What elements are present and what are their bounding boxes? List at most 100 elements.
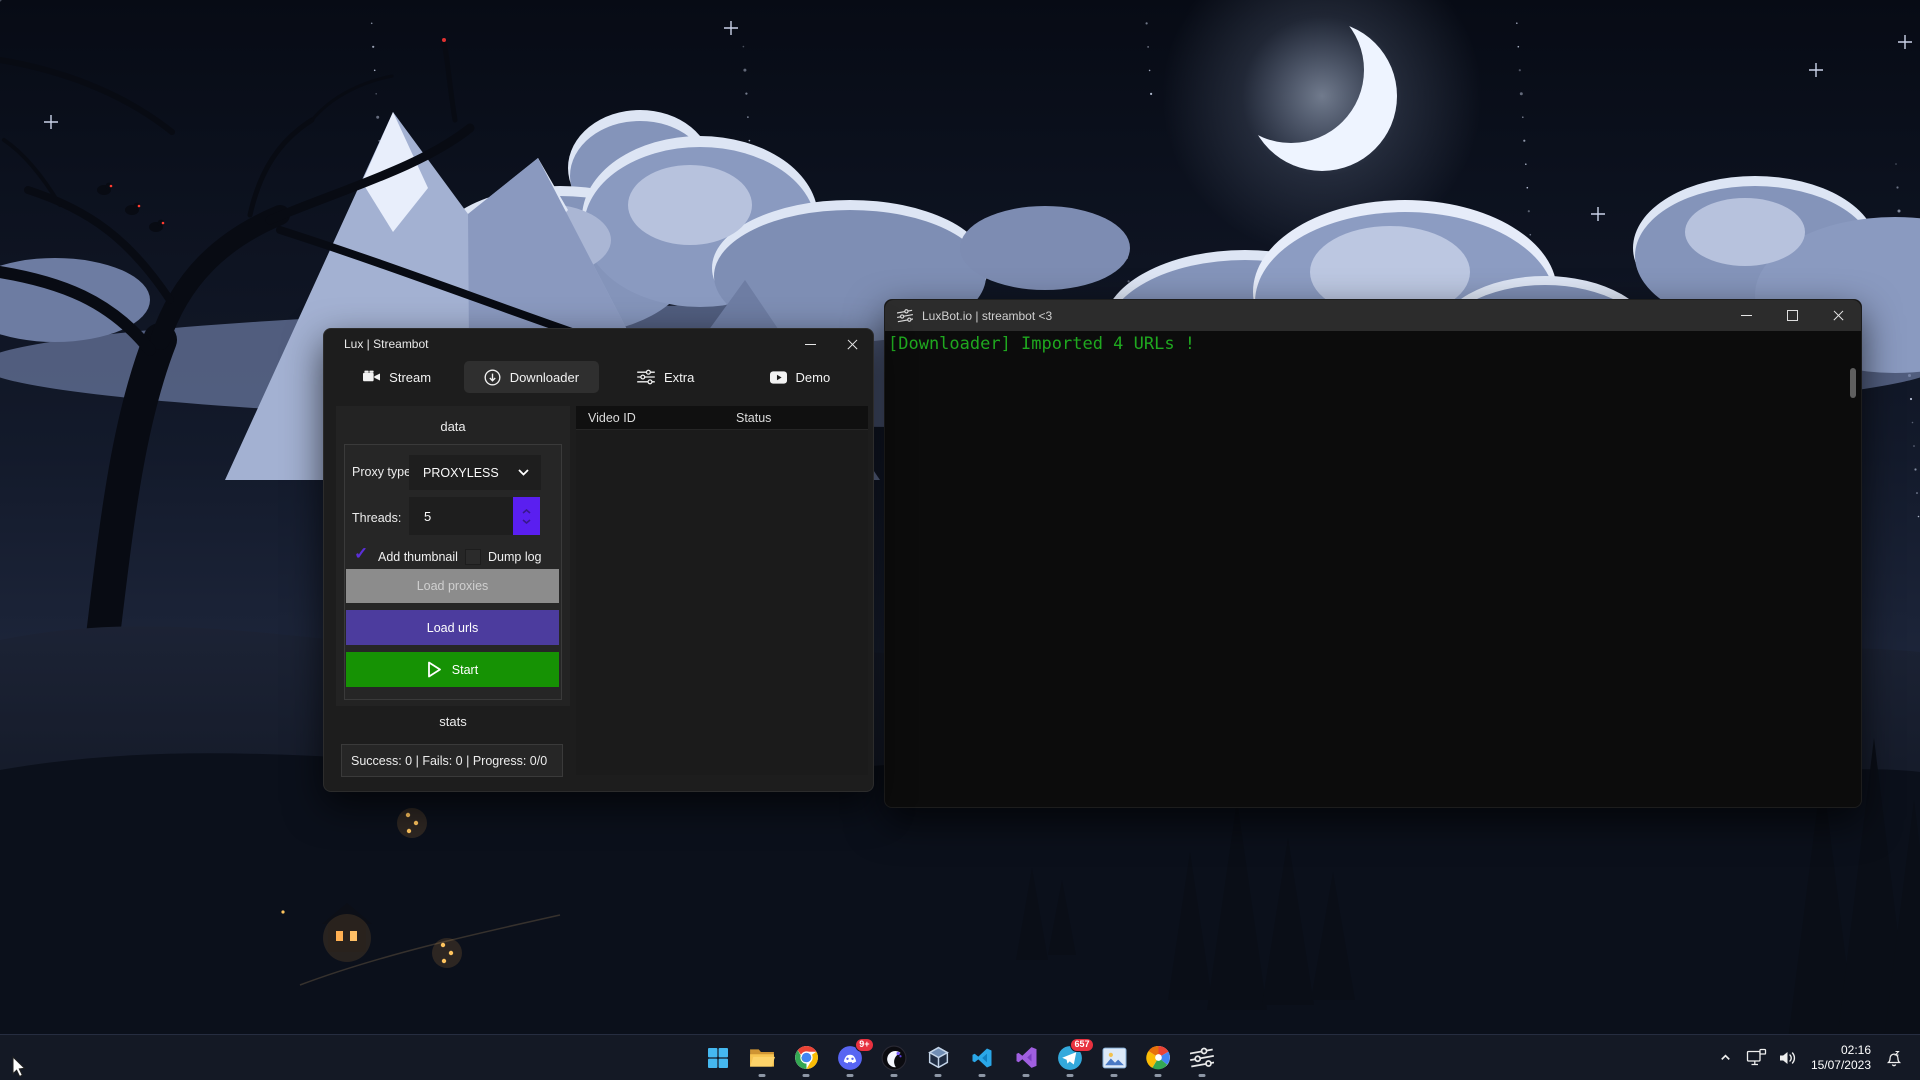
file-explorer-icon	[749, 1047, 775, 1069]
dump-log-label: Dump log	[488, 550, 542, 564]
start-button[interactable]: Start	[346, 652, 559, 687]
taskbar-center: 9+ 657	[0, 1035, 1920, 1080]
stats-panel: stats Success: 0 | Fails: 0 | Progress: …	[336, 714, 570, 779]
console-maximize-button[interactable]	[1769, 300, 1815, 331]
scrollbar-thumb[interactable]	[1850, 368, 1856, 398]
taskbar-pinwheel-app[interactable]	[1138, 1038, 1178, 1078]
console-titlebar[interactable]: LuxBot.io | streambot <3	[885, 300, 1861, 331]
bell-sleep-icon	[1884, 1048, 1904, 1068]
tab-stream[interactable]: Stream	[330, 361, 464, 393]
maximize-icon	[1787, 310, 1798, 321]
download-circle-icon	[484, 369, 501, 386]
lux-close-button[interactable]	[831, 329, 873, 359]
dump-log-checkbox[interactable]: ✓ Dump log	[465, 549, 542, 565]
taskbar: 9+ 657	[0, 1034, 1920, 1080]
running-indicator	[1067, 1074, 1074, 1077]
taskbar-vscode[interactable]	[962, 1038, 1002, 1078]
chrome-icon	[794, 1045, 819, 1070]
chevron-down-icon	[518, 469, 529, 476]
running-indicator	[1023, 1074, 1030, 1077]
play-outline-icon	[427, 661, 442, 678]
close-icon	[1833, 310, 1844, 321]
vscode-icon	[970, 1046, 994, 1070]
taskbar-photos[interactable]	[1094, 1038, 1134, 1078]
pinwheel-app-icon	[1146, 1045, 1171, 1070]
taskbar-luxbot[interactable]	[1182, 1038, 1222, 1078]
load-proxies-button[interactable]: Load proxies	[346, 569, 559, 603]
spinner-down-icon	[522, 519, 531, 524]
play-badge-icon	[770, 371, 787, 384]
taskbar-file-explorer[interactable]	[742, 1038, 782, 1078]
tab-downloader[interactable]: Downloader	[464, 361, 598, 393]
tab-extra-label: Extra	[664, 370, 694, 385]
tab-demo[interactable]: Demo	[733, 361, 867, 393]
chevron-up-icon	[1718, 1050, 1733, 1065]
lux-titlebar[interactable]: Lux | Streambot	[324, 329, 873, 359]
console-log-line: [Downloader] Imported 4 URLs !	[885, 331, 1861, 354]
desktop: Lux | Streambot Stream Downloader Extra …	[0, 0, 1920, 1080]
taskbar-discord[interactable]: 9+	[830, 1038, 870, 1078]
load-proxies-label: Load proxies	[417, 579, 489, 593]
console-minimize-button[interactable]	[1723, 300, 1769, 331]
column-video-id: Video ID	[576, 411, 736, 425]
threads-value: 5	[424, 509, 431, 524]
tab-extra[interactable]: Extra	[599, 361, 733, 393]
sliders-icon	[637, 369, 655, 385]
spinner-up-icon	[522, 509, 531, 514]
lux-minimize-button[interactable]	[789, 329, 831, 359]
console-close-button[interactable]	[1815, 300, 1861, 331]
network-icon	[1746, 1048, 1767, 1067]
console-body[interactable]: [Downloader] Imported 4 URLs !	[885, 331, 1861, 807]
proxy-type-value: PROXYLESS	[423, 466, 499, 480]
console-window-title: LuxBot.io | streambot <3	[922, 309, 1052, 323]
lux-tab-bar: Stream Downloader Extra Demo	[324, 359, 873, 397]
proxy-type-select[interactable]: PROXYLESS	[409, 455, 541, 490]
threads-label: Threads:	[352, 511, 401, 525]
close-icon	[847, 339, 858, 350]
running-indicator	[803, 1074, 810, 1077]
minimize-icon	[805, 344, 816, 345]
taskbar-visual-studio[interactable]	[1006, 1038, 1046, 1078]
data-panel-title: data	[336, 406, 570, 434]
taskbar-clock[interactable]: 02:16 15/07/2023	[1811, 1043, 1871, 1073]
volume-icon	[1778, 1049, 1798, 1067]
luxbot-console-window: LuxBot.io | streambot <3 [Downloader] Im…	[884, 299, 1862, 808]
clock-date: 15/07/2023	[1811, 1058, 1871, 1073]
taskbar-chrome[interactable]	[786, 1038, 826, 1078]
add-thumbnail-checkbox[interactable]: ✓ Add thumbnail	[355, 549, 458, 565]
taskbar-start-button[interactable]	[698, 1038, 738, 1078]
taskbar-moon-app[interactable]	[874, 1038, 914, 1078]
crescent-moon	[1247, 21, 1397, 171]
tray-volume-button[interactable]	[1776, 1035, 1800, 1080]
tab-stream-label: Stream	[389, 370, 431, 385]
moon-app-icon	[881, 1045, 907, 1071]
threads-input[interactable]: 5	[409, 497, 513, 535]
running-indicator	[759, 1074, 766, 1077]
minimize-icon	[1741, 315, 1752, 316]
load-urls-button[interactable]: Load urls	[346, 610, 559, 645]
running-indicator	[847, 1074, 854, 1077]
clock-time: 02:16	[1811, 1043, 1871, 1058]
virtualbox-icon	[926, 1045, 951, 1070]
lux-streambot-window: Lux | Streambot Stream Downloader Extra …	[323, 328, 874, 792]
video-camera-icon	[363, 370, 380, 384]
running-indicator	[1155, 1074, 1162, 1077]
tray-network-button[interactable]	[1745, 1035, 1769, 1080]
running-indicator	[1199, 1074, 1206, 1077]
console-scrollbar[interactable]	[1848, 336, 1858, 796]
threads-spinner[interactable]	[513, 497, 540, 535]
running-indicator	[979, 1074, 986, 1077]
column-status: Status	[736, 411, 771, 425]
telegram-badge: 657	[1070, 1038, 1094, 1052]
tray-overflow-button[interactable]	[1714, 1035, 1738, 1080]
notification-center-button[interactable]	[1882, 1035, 1906, 1080]
taskbar-virtualbox[interactable]	[918, 1038, 958, 1078]
system-tray: 02:16 15/07/2023	[1714, 1035, 1920, 1080]
taskbar-telegram[interactable]: 657	[1050, 1038, 1090, 1078]
visual-studio-icon	[1014, 1045, 1039, 1070]
results-table[interactable]: Video ID Status	[576, 406, 868, 775]
lux-window-title: Lux | Streambot	[324, 337, 429, 351]
data-panel-body: Proxy type: PROXYLESS Threads: 5 ✓ Add t…	[344, 444, 562, 700]
mouse-cursor	[12, 1056, 29, 1079]
data-panel: data Proxy type: PROXYLESS Threads: 5	[336, 406, 570, 706]
